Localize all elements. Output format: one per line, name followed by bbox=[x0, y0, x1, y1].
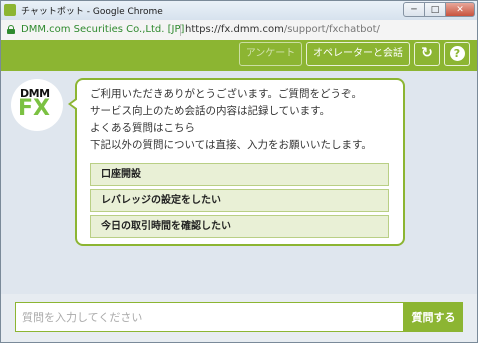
close-button[interactable]: ✕ bbox=[445, 2, 475, 17]
bot-avatar: DMM FX bbox=[11, 79, 63, 131]
help-button[interactable]: ? bbox=[444, 42, 470, 66]
lock-icon bbox=[7, 25, 15, 34]
maximize-button[interactable]: □ bbox=[424, 2, 446, 17]
address-divider bbox=[180, 24, 181, 36]
quick-reply-account-opening[interactable]: 口座開設 bbox=[90, 163, 389, 186]
url-host: fx.dmm.com bbox=[220, 24, 284, 35]
fx-logo-text: FX bbox=[18, 96, 50, 121]
message-line: ご利用いただきありがとうございます。ご質問をどうぞ。 bbox=[90, 88, 362, 100]
bot-message-bubble: ご利用いただきありがとうございます。ご質問をどうぞ。 サービス向上のため会話の内… bbox=[75, 78, 405, 246]
window-title: チャットボット - Google Chrome bbox=[21, 7, 163, 17]
message-line: よくある質問はこちら bbox=[90, 122, 195, 134]
composer: 質問する bbox=[1, 294, 477, 342]
help-icon: ? bbox=[449, 46, 465, 61]
site-identity[interactable]: DMM.com Securities Co.,Ltd. [JP] bbox=[21, 24, 184, 35]
quick-reply-trading-hours[interactable]: 今日の取引時間を確認したい bbox=[90, 215, 389, 238]
talk-to-operator-button[interactable]: オペレーターと会話 bbox=[306, 42, 410, 66]
url-path: /support/fxchatbot/ bbox=[283, 24, 380, 35]
survey-button[interactable]: アンケート bbox=[239, 42, 302, 66]
browser-window: チャットボット - Google Chrome ─ □ ✕ DMM.com Se… bbox=[0, 0, 478, 343]
minimize-button[interactable]: ─ bbox=[403, 2, 425, 17]
app-icon bbox=[4, 4, 16, 16]
refresh-icon: ↻ bbox=[421, 45, 433, 61]
message-line: サービス向上のため会話の内容は記録しています。 bbox=[90, 105, 331, 117]
question-input[interactable] bbox=[15, 302, 404, 332]
chat-header: アンケート オペレーターと会話 ↻ ? bbox=[1, 40, 477, 71]
refresh-button[interactable]: ↻ bbox=[414, 42, 440, 66]
url-scheme: https:// bbox=[185, 24, 221, 35]
address-bar[interactable]: DMM.com Securities Co.,Ltd. [JP] https:/… bbox=[1, 20, 477, 41]
bubble-tail-inner bbox=[71, 99, 78, 109]
message-line: 下記以外の質問については直接、入力をお願いいたします。 bbox=[90, 139, 372, 151]
ask-question-button[interactable]: 質問する bbox=[404, 302, 463, 332]
quick-reply-leverage-setting[interactable]: レバレッジの設定をしたい bbox=[90, 189, 389, 212]
url-text[interactable]: https://fx.dmm.com/support/fxchatbot/ bbox=[185, 24, 380, 35]
chat-area: DMM FX ご利用いただきありがとうございます。ご質問をどうぞ。 サービス向上… bbox=[1, 71, 477, 294]
title-bar: チャットボット - Google Chrome ─ □ ✕ bbox=[1, 1, 477, 20]
